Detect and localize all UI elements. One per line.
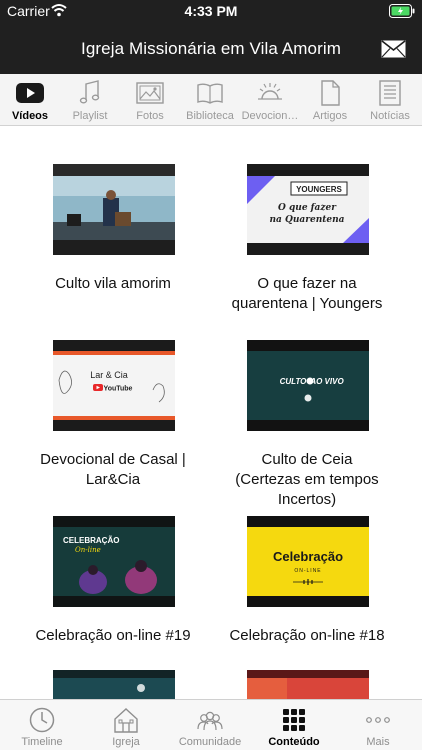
bottom-tab-label: Conteúdo (268, 736, 320, 748)
tab-library[interactable]: Biblioteca (180, 74, 240, 126)
tab-label: Notícias (370, 110, 410, 122)
book-icon (197, 83, 223, 104)
news-icon (379, 80, 401, 106)
document-icon (321, 80, 340, 106)
tab-label: Biblioteca (186, 110, 234, 122)
bottom-tab-church[interactable]: Igreja (84, 700, 168, 750)
video-title: Celebração on-line #19 (35, 627, 191, 644)
play-icon (16, 83, 44, 103)
mail-icon[interactable] (381, 40, 406, 58)
status-bar: Carrier 4:33 PM (0, 0, 422, 24)
video-thumbnail[interactable] (53, 164, 175, 255)
bottom-tab-content[interactable]: Conteúdo (252, 700, 336, 750)
thumbnail-text: ON-LINE (294, 568, 321, 574)
clock-icon (29, 707, 55, 733)
video-thumbnail[interactable]: YOUNGERS O que fazer na Quarentena (247, 164, 369, 255)
video-thumbnail[interactable] (53, 670, 175, 699)
tab-label: Devocion… (241, 110, 299, 122)
tab-playlist[interactable]: Playlist (60, 74, 120, 126)
grid-icon (283, 709, 305, 731)
church-icon (114, 708, 138, 733)
video-card[interactable] (33, 670, 223, 699)
video-title: O que fazer na quarentena | Youngers (231, 275, 383, 312)
bottom-tab-community[interactable]: Comunidade (168, 700, 252, 750)
bottom-tab-timeline[interactable]: Timeline (0, 700, 84, 750)
video-thumbnail[interactable]: Lar & Cia YouTube (53, 340, 175, 431)
bottom-tab-label: Mais (366, 736, 390, 748)
thumbnail-text: na Quarentena (270, 215, 345, 225)
tab-articles[interactable]: Artigos (300, 74, 360, 126)
bottom-tab-bar: Timeline Igreja Comunidade Conteúdo Mais (0, 699, 422, 750)
video-card[interactable]: CELEBRAÇÃO On-line Celebração on-line #1… (33, 516, 223, 666)
tab-devotional[interactable]: Devocion… (240, 74, 300, 126)
tab-photos[interactable]: Fotos (120, 74, 180, 126)
video-thumbnail[interactable]: CELEBRAÇÃO On-line (53, 516, 175, 607)
video-card[interactable]: CULTO AO VIVO Culto de Ceia (Certezas em… (227, 340, 417, 510)
video-card[interactable] (227, 670, 417, 699)
video-thumbnail[interactable] (247, 670, 369, 699)
people-icon (197, 711, 223, 731)
thumbnail-text: Celebração (273, 549, 343, 564)
video-title: Culto vila amorim (55, 275, 171, 292)
bottom-tab-more[interactable]: Mais (336, 700, 420, 750)
tab-label: Playlist (72, 110, 108, 122)
video-card[interactable]: Culto vila amorim (33, 164, 223, 314)
music-note-icon (79, 80, 100, 104)
thumbnail-text: YouTube (104, 386, 133, 393)
content-tab-strip: Vídeos Playlist Fotos Biblioteca Devocio… (0, 74, 422, 126)
sun-icon (258, 83, 282, 100)
video-title: Culto de Ceia (Certezas em tempos Incert… (235, 451, 379, 508)
page-title: Igreja Missionária em Vila Amorim (81, 39, 341, 58)
photos-icon (136, 82, 164, 104)
tab-videos[interactable]: Vídeos (0, 74, 60, 126)
thumbnail-text: AO VIVO (309, 377, 344, 386)
thumbnail-text: On-line (75, 546, 101, 554)
video-grid: Culto vila amorim YOUNGERS O que fazer n… (0, 127, 422, 699)
video-title: Devocional de Casal | Lar&Cia (40, 451, 186, 488)
more-icon (366, 717, 390, 723)
thumbnail-text: CULTO (280, 377, 308, 386)
video-title: Celebração on-line #18 (229, 627, 385, 644)
tab-label: Vídeos (11, 110, 49, 122)
status-time: 4:33 PM (184, 3, 238, 19)
battery-icon (389, 4, 415, 18)
video-card[interactable]: Lar & Cia YouTube Devocional de Casal | … (33, 340, 223, 510)
video-card[interactable]: YOUNGERS O que fazer na Quarentena O que… (227, 164, 417, 334)
thumbnail-text: CELEBRAÇÃO (63, 536, 119, 545)
thumbnail-text: Lar & Cia (90, 370, 128, 380)
video-thumbnail[interactable]: Celebração ON-LINE (247, 516, 369, 607)
bottom-tab-label: Timeline (21, 736, 63, 748)
bottom-tab-label: Igreja (112, 736, 140, 748)
tab-label: Fotos (136, 110, 164, 122)
tab-label: Artigos (312, 110, 348, 122)
video-card[interactable]: Celebração ON-LINE Celebração on-line #1… (227, 516, 417, 666)
nav-bar: Igreja Missionária em Vila Amorim (0, 24, 422, 74)
thumbnail-text: YOUNGERS (296, 185, 342, 194)
tab-news[interactable]: Notícias (360, 74, 420, 126)
video-thumbnail[interactable]: CULTO AO VIVO (247, 340, 369, 431)
thumbnail-text: O que fazer (278, 203, 337, 213)
bottom-tab-label: Comunidade (178, 736, 242, 748)
